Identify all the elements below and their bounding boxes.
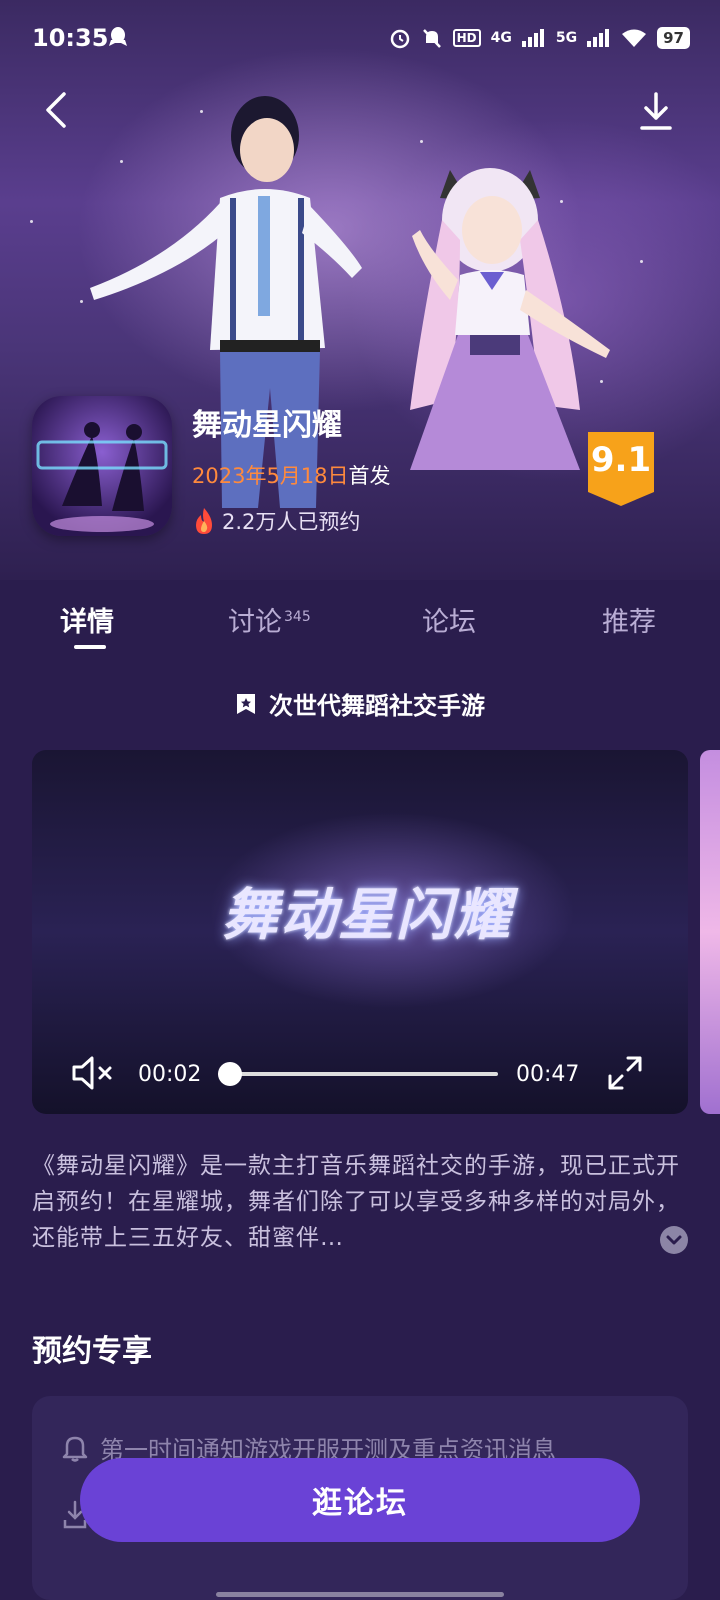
game-description: 《舞动星闪耀》是一款主打音乐舞蹈社交的手游，现已正式开启预约！在星耀城，舞者们除… <box>32 1153 680 1251</box>
home-indicator[interactable] <box>216 1592 504 1597</box>
bookmark-star-icon <box>237 693 255 714</box>
video-current-time: 00:02 <box>138 1062 202 1087</box>
flame-icon <box>196 508 212 534</box>
next-media-preview[interactable] <box>700 750 720 1114</box>
tagline: 次世代舞蹈社交手游 <box>0 686 720 721</box>
detail-tabs: 详情 讨论 345 论坛 推荐 <box>0 590 720 660</box>
video-game-logo: 舞动星闪耀 <box>222 883 512 948</box>
network-5g: 5G <box>555 30 578 46</box>
tab-details[interactable]: 详情 <box>60 600 114 639</box>
status-bar: 10:35 HD 4G 5G 97 <box>0 0 720 78</box>
tab-label: 讨论 <box>228 607 282 638</box>
release-date: 2023年5月18日 <box>192 464 349 488</box>
qq-notification-icon <box>109 27 127 46</box>
hero-banner: 10:35 HD 4G 5G 97 舞动星闪耀 2023年5月18日首发 2.2… <box>0 0 720 580</box>
tagline-text: 次世代舞蹈社交手游 <box>269 692 485 720</box>
battery-indicator: 97 <box>657 27 690 49</box>
tab-label: 论坛 <box>422 607 476 638</box>
tab-label: 推荐 <box>602 607 656 638</box>
video-progress-thumb[interactable] <box>218 1062 243 1086</box>
score-value: 9.1 <box>590 440 652 480</box>
tab-forum[interactable]: 论坛 <box>422 600 476 639</box>
hd-label: HD <box>452 29 481 47</box>
reservation-count: 2.2万人已预约 <box>192 506 360 536</box>
sparkle <box>30 220 33 223</box>
tab-active-indicator <box>74 645 106 649</box>
fullscreen-icon[interactable] <box>606 1054 644 1092</box>
download-icon[interactable] <box>636 90 676 134</box>
tab-discussion[interactable]: 讨论 345 <box>228 600 311 639</box>
release-info: 2023年5月18日首发 <box>192 460 391 490</box>
bell-icon <box>62 1436 88 1462</box>
volume-muted-icon[interactable] <box>70 1054 116 1092</box>
discussion-count-badge: 345 <box>284 609 311 625</box>
visit-forum-button[interactable]: 逛论坛 <box>80 1458 640 1542</box>
mute-bell-icon <box>422 29 441 48</box>
expand-description-button[interactable] <box>660 1226 688 1254</box>
status-icons: HD 4G 5G 97 <box>389 26 690 50</box>
reservation-text: 2.2万人已预约 <box>222 510 361 534</box>
alarm-icon <box>390 29 409 49</box>
wifi-icon <box>622 29 647 47</box>
app-name: 舞动星闪耀 <box>192 408 342 443</box>
video-progress-bar[interactable] <box>218 1062 498 1086</box>
video-duration: 00:47 <box>516 1062 580 1087</box>
release-suffix: 首发 <box>348 464 391 488</box>
reserve-perks-title: 预约专享 <box>32 1334 152 1369</box>
signal-icon <box>521 29 544 47</box>
chevron-down-icon <box>666 1235 682 1245</box>
status-time: 10:35 <box>32 24 109 52</box>
tab-recommend[interactable]: 推荐 <box>602 600 656 639</box>
dancers-logo-icon <box>36 422 168 532</box>
tab-label: 详情 <box>60 607 114 638</box>
sparkle <box>640 260 643 263</box>
network-4g: 4G <box>490 30 512 46</box>
back-chevron-icon[interactable] <box>38 90 78 130</box>
app-icon <box>32 396 172 536</box>
video-controls: 00:02 00:47 <box>32 1034 688 1114</box>
sparkle <box>420 140 423 143</box>
signal-icon <box>587 29 610 47</box>
video-player[interactable]: 舞动星闪耀 00:02 00:47 <box>32 750 688 1114</box>
